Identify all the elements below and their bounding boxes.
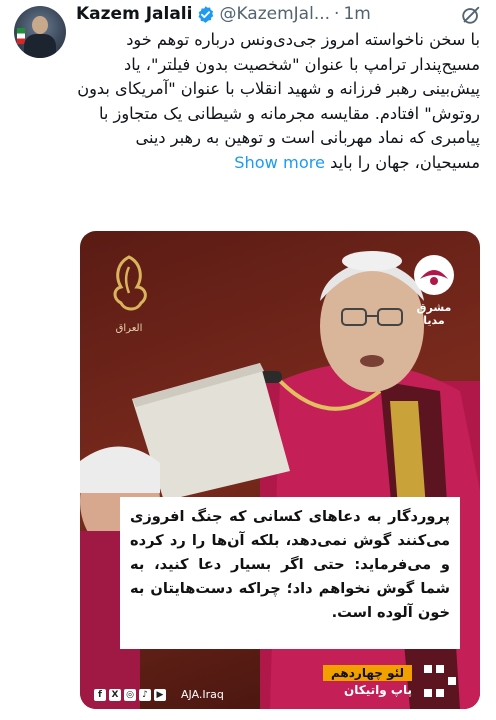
aja-handle: AJA.Iraq <box>181 688 224 701</box>
aljazeera-logo-icon: العراق <box>100 253 158 345</box>
grok-icon[interactable] <box>460 4 482 26</box>
social-bar: f X ◎ ♪ ▶ AJA.Iraq <box>94 688 224 701</box>
source-name: لئو چهاردهم <box>323 665 412 681</box>
verified-badge-icon <box>198 5 214 23</box>
tiktok-icon: ♪ <box>139 688 151 701</box>
mashregh-logo: مشرق مدیا <box>404 253 464 353</box>
tweet-text: با سخن ناخواسته امروز جی‌دی‌ونس درباره ت… <box>76 28 480 175</box>
aljazeera-sublabel: العراق <box>115 323 143 334</box>
avatar-figure-head <box>32 16 48 34</box>
tweet-header: Kazem Jalali @KazemJal... · 1m <box>76 2 484 26</box>
author-name[interactable]: Kazem Jalali <box>76 4 192 24</box>
tweet-body: با سخن ناخواسته امروز جی‌دی‌ونس درباره ت… <box>77 30 480 172</box>
author-handle[interactable]: @KazemJal... <box>219 4 330 24</box>
mashregh-name: مشرق <box>416 301 452 314</box>
show-more-link[interactable]: Show more <box>234 153 325 172</box>
youtube-icon: ▶ <box>154 688 166 701</box>
mashregh-media: مدیا <box>423 314 445 327</box>
brand-mark-icon <box>424 665 456 697</box>
author-avatar[interactable] <box>14 6 66 58</box>
facebook-icon: f <box>94 688 106 701</box>
quote-source: لئو چهاردهم پاپ واتیکان <box>323 662 412 697</box>
quote-text: پروردگار به دعاهای کسانی که جنگ افروزی م… <box>130 508 450 621</box>
header-separator: · <box>334 4 340 24</box>
quote-box: پروردگار به دعاهای کسانی که جنگ افروزی م… <box>120 497 460 649</box>
instagram-icon: ◎ <box>124 688 136 701</box>
avatar-figure-body <box>24 34 56 58</box>
x-icon: X <box>109 688 121 701</box>
mashregh-logo-icon <box>414 255 454 295</box>
source-title: پاپ واتیکان <box>344 683 412 697</box>
tweet-media-image[interactable]: العراق مشرق مدیا پروردگار به دعاهای کسان… <box>80 231 480 709</box>
tweet-timestamp[interactable]: 1m <box>343 4 370 24</box>
